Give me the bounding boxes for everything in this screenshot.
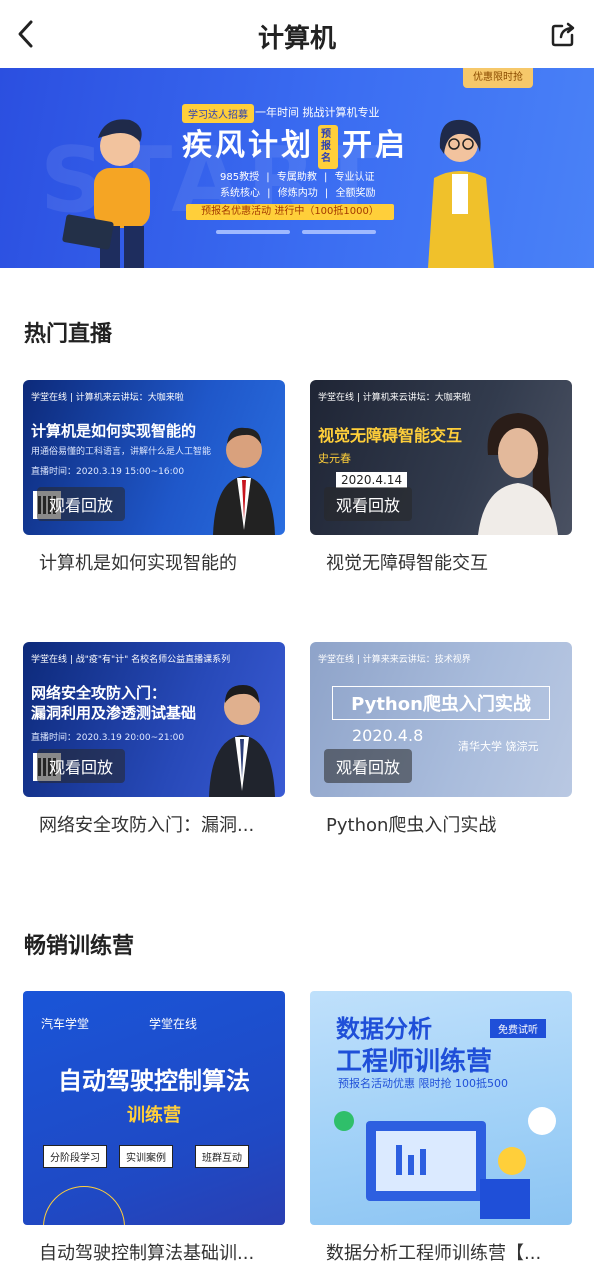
banner-features-row2: 系统核心 | 修炼内功 | 全额奖励 [220,188,376,199]
banner-headline: 疾风计划 预报名 开启 [182,120,408,169]
thumb-tag: 免费试听 [490,1019,546,1038]
live-card[interactable]: 学堂在线 | 计算来来云讲坛：技术视界 Python爬虫入门实战 2020.4.… [310,642,572,837]
camp-thumbnail[interactable]: 数据分析 免费试听 工程师训练营 预报名活动优惠 限时抢 100抵500 [310,991,572,1225]
live-thumbnail[interactable]: 学堂在线 | 计算机来云讲坛：大咖来啦 视觉无障碍智能交互 史元春 2020.4… [310,380,572,535]
thumb-title: 自动驾驶控制算法 [58,1067,250,1095]
thumb-speaker: 史元春 [318,452,351,465]
thumb-date: 2020.4.8 [352,726,424,745]
thumb-time: 直播时间：2020.3.19 20:00~21:00 [31,733,185,743]
decorative-ring [43,1186,125,1225]
thumb-date: 2020.4.14 [336,472,408,488]
thumb-title-line2: 工程师训练营 [336,1047,493,1077]
live-title: 计算机是如何实现智能的 [39,553,237,574]
speaker-photo [213,427,275,535]
thumb-subtitle: 用通俗易懂的工科语言，讲解什么是人工智能 [31,447,212,457]
thumb-title: 视觉无障碍智能交互 [318,426,463,445]
live-card[interactable]: 学堂在线 | 计算机来云讲坛：大咖来啦 计算机是如何实现智能的 用通俗易懂的工科… [23,380,285,575]
thumb-tag: 实训案例 [119,1145,173,1168]
banner-promo-strip: 预报名优惠活动 进行中（100抵1000） [186,204,394,220]
thumb-subtitle: 预报名活动优惠 限时抢 100抵500 [338,1077,508,1090]
camp-card[interactable]: 数据分析 免费试听 工程师训练营 预报名活动优惠 限时抢 100抵500 数据分… [310,991,572,1265]
banner-headline-part2: 开启 [342,128,408,163]
thumb-header: 学堂在线 | 计算机来云讲坛：大咖来啦 [31,393,184,403]
thumb-title: 网络安全攻防入门： [31,684,167,702]
speaker-photo [209,685,275,797]
thumb-subtitle: 训练营 [127,1105,181,1126]
student-illustration-left [62,119,150,268]
limited-offer-badge: 优惠限时抢 [463,68,533,88]
thumb-time: 直播时间：2020.3.19 15:00~16:00 [31,467,185,477]
live-title: Python爬虫入门实战 [326,815,497,836]
banner-indicator [302,230,376,234]
live-thumbnail[interactable]: 学堂在线 | 计算机来云讲坛：大咖来啦 计算机是如何实现智能的 用通俗易懂的工科… [23,380,285,535]
live-title: 网络安全攻防入门：漏洞... [39,815,255,836]
share-icon [551,22,575,47]
banner-headline-tag: 预报名 [318,124,338,169]
section-title-live: 热门直播 [24,322,113,347]
laptop-illustration [334,1107,556,1219]
promo-banner[interactable]: START 优惠限时抢 学习达人招募 一年时间 挑战计算机专业 疾风计划 预报名开… [0,68,594,268]
thumb-brand-2: 学堂在线 [149,1017,198,1031]
thumb-speaker: 清华大学 饶淙元 [458,740,539,753]
thumb-title: Python爬虫入门实战 [332,686,550,720]
thumb-header: 学堂在线 | 战"疫"有"计" 名校名师公益直播课系列 [31,655,231,665]
thumb-header: 学堂在线 | 计算来来云讲坛：技术视界 [318,655,471,665]
camp-thumbnail[interactable]: 汽车学堂 学堂在线 自动驾驶控制算法 训练营 分阶段学习 实训案例 班群互动 [23,991,285,1225]
banner-subtitle: 一年时间 挑战计算机专业 [255,106,380,119]
live-thumbnail[interactable]: 学堂在线 | 计算来来云讲坛：技术视界 Python爬虫入门实战 2020.4.… [310,642,572,797]
watch-replay-label: 观看回放 [37,749,126,783]
camp-card[interactable]: 汽车学堂 学堂在线 自动驾驶控制算法 训练营 分阶段学习 实训案例 班群互动 自… [23,991,285,1265]
watch-replay-label: 观看回放 [324,749,413,783]
banner-headline-part1: 疾风计划 [182,128,314,163]
live-card[interactable]: 学堂在线 | 战"疫"有"计" 名校名师公益直播课系列 网络安全攻防入门： 漏洞… [23,642,285,837]
thumb-brand-1: 汽车学堂 [41,1017,90,1031]
banner-features-row1: 985教授 | 专属助教 | 专业认证 [220,172,375,183]
live-card[interactable]: 学堂在线 | 计算机来云讲坛：大咖来啦 视觉无障碍智能交互 史元春 2020.4… [310,380,572,575]
live-title: 视觉无障碍智能交互 [326,553,488,574]
section-title-camps: 畅销训练营 [24,934,135,959]
thumb-header: 学堂在线 | 计算机来云讲坛：大咖来啦 [318,393,471,403]
camp-title: 数据分析工程师训练营【... [326,1243,542,1264]
live-thumbnail[interactable]: 学堂在线 | 战"疫"有"计" 名校名师公益直播课系列 网络安全攻防入门： 漏洞… [23,642,285,797]
speaker-photo [478,413,558,535]
share-button[interactable] [546,16,582,52]
thumb-title-line1: 数据分析 [336,1015,432,1043]
camp-title: 自动驾驶控制算法基础训... [39,1243,255,1264]
watch-replay-label: 观看回放 [37,487,126,521]
watch-replay-label: 观看回放 [324,487,413,521]
page-title: 计算机 [257,24,336,54]
banner-indicator [216,230,290,234]
thumb-tag: 班群互动 [195,1145,249,1168]
thumb-title-line2: 漏洞利用及渗透测试基础 [31,704,197,722]
student-illustration-right [428,119,494,268]
top-bar: 计算机 [0,0,594,68]
thumb-tag: 分阶段学习 [43,1145,107,1168]
thumb-title: 计算机是如何实现智能的 [31,422,197,440]
